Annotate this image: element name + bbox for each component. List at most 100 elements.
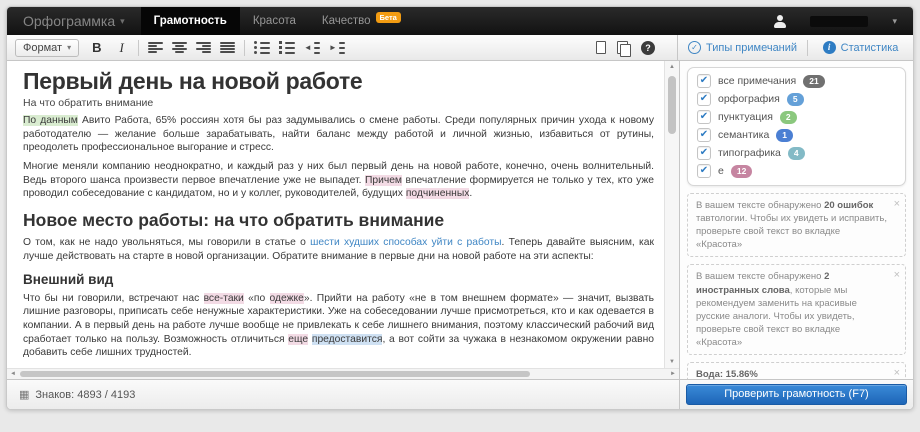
highlighted-text[interactable]: подчиненных <box>406 188 470 199</box>
note-card: × В вашем тексте обнаружено 2 иностранны… <box>687 264 906 355</box>
vertical-scrollbar[interactable]: ▲ ▼ <box>664 61 679 368</box>
toolbar-right-group: ? <box>596 41 677 55</box>
tab-gramotnost[interactable]: Грамотность <box>141 7 240 35</box>
scrollbar-thumb[interactable] <box>668 76 676 134</box>
chevron-down-icon[interactable]: ▾ <box>892 16 897 27</box>
filter-label: пунктуация <box>718 111 773 123</box>
note-types-button[interactable]: ✓ Типы примечаний <box>678 41 807 54</box>
brand-label: Орфограммка <box>23 13 115 29</box>
copy-icon[interactable] <box>617 41 630 55</box>
document-title: Первый день на новой работе <box>23 68 654 95</box>
filter-yo[interactable]: ✔ е 12 <box>697 164 896 178</box>
filter-semantika[interactable]: ✔ семантика 1 <box>697 128 896 142</box>
paragraph: О том, как не надо увольняться, мы говор… <box>23 236 654 263</box>
filter-label: семантика <box>718 129 769 141</box>
toolbar-separator <box>138 40 139 56</box>
checkbox[interactable]: ✔ <box>697 164 711 178</box>
main-area: Первый день на новой работе На что обрат… <box>7 61 913 409</box>
highlighted-text[interactable]: одежке <box>270 293 304 304</box>
align-justify-icon[interactable] <box>220 42 235 54</box>
navbar-user-area: ▾ <box>773 7 913 35</box>
note-text: В вашем тексте обнаружено 2 иностранных … <box>696 270 887 349</box>
filter-label: типографика <box>718 147 781 159</box>
sidebar-header: ✓ Типы примечаний i Статистика <box>677 35 913 60</box>
indent-icon[interactable]: ► <box>329 42 345 54</box>
count-badge: 21 <box>803 75 824 88</box>
count-badge: 1 <box>776 129 793 142</box>
outdent-icon[interactable]: ◄ <box>304 42 320 54</box>
filter-orfografia[interactable]: ✔ орфография 5 <box>697 92 896 106</box>
characters-grid-icon: ▦ <box>19 388 29 401</box>
toolbar-left-group: Формат ▾ B I ◄ <box>7 39 345 57</box>
note-types-label: Типы примечаний <box>706 42 797 54</box>
filter-tipografika[interactable]: ✔ типографика 4 <box>697 146 896 160</box>
info-circle-icon: i <box>823 41 836 54</box>
brand-menu[interactable]: Орфограммка ▾ <box>7 7 141 35</box>
tab-label: Грамотность <box>154 15 227 27</box>
beta-badge: Бета <box>376 12 401 23</box>
editor-toolbar: Формат ▾ B I ◄ <box>7 35 913 61</box>
format-dropdown[interactable]: Формат ▾ <box>15 39 79 57</box>
filter-label: е <box>718 165 724 177</box>
filter-all-notes[interactable]: ✔ все примечания 21 <box>697 74 896 88</box>
numbered-list-icon[interactable] <box>279 42 295 54</box>
count-badge: 2 <box>780 111 797 124</box>
format-label: Формат <box>23 42 62 54</box>
paragraph: Что бы ни говорили, встречают нас все-та… <box>23 292 654 360</box>
scroll-down-icon[interactable]: ▼ <box>665 359 679 365</box>
sidebar-footer: Проверить грамотность (F7) <box>680 379 913 409</box>
user-icon[interactable] <box>773 15 786 28</box>
tab-krasota[interactable]: Красота <box>240 7 309 35</box>
check-grammar-button[interactable]: Проверить грамотность (F7) <box>686 384 907 405</box>
new-document-icon[interactable] <box>596 41 606 54</box>
checkbox[interactable]: ✔ <box>697 146 711 160</box>
align-right-icon[interactable] <box>196 42 211 54</box>
close-icon[interactable]: × <box>894 197 900 212</box>
tab-label: Качество <box>322 15 371 27</box>
user-name-redacted <box>810 16 868 27</box>
tab-label: Красота <box>253 15 296 27</box>
check-circle-icon: ✓ <box>688 41 701 54</box>
align-left-icon[interactable] <box>148 42 163 54</box>
highlighted-text[interactable]: По данным <box>23 115 78 126</box>
scrollbar-thumb[interactable] <box>20 371 530 377</box>
horizontal-scrollbar[interactable]: ◄ ► <box>7 368 679 379</box>
app-window: Орфограммка ▾ Грамотность Красота Качест… <box>6 6 914 410</box>
highlighted-text[interactable]: все-таки <box>204 293 244 304</box>
count-badge: 5 <box>787 93 804 106</box>
chevron-down-icon: ▾ <box>120 16 125 27</box>
checkbox[interactable]: ✔ <box>697 110 711 124</box>
text-editor[interactable]: Первый день на новой работе На что обрат… <box>7 61 664 368</box>
statistics-button[interactable]: i Статистика <box>808 41 913 54</box>
align-center-icon[interactable] <box>172 42 187 54</box>
note-card: × В вашем тексте обнаружено 20 ошибок та… <box>687 193 906 257</box>
subsection-heading: Внешний вид <box>23 272 654 287</box>
highlighted-text[interactable]: еще <box>288 334 308 345</box>
highlighted-text[interactable]: предоставится <box>312 334 383 345</box>
close-icon[interactable]: × <box>894 268 900 283</box>
annotations-sidebar: ✔ все примечания 21 ✔ орфография 5 ✔ пун… <box>679 61 913 409</box>
checkbox[interactable]: ✔ <box>697 74 711 88</box>
chevron-down-icon: ▾ <box>67 43 71 52</box>
editor-column: Первый день на новой работе На что обрат… <box>7 61 679 409</box>
highlighted-text[interactable]: Причем <box>365 175 402 186</box>
scroll-left-icon[interactable]: ◄ <box>10 370 16 379</box>
filter-punktuacia[interactable]: ✔ пунктуация 2 <box>697 110 896 124</box>
count-badge: 12 <box>731 165 752 178</box>
scroll-up-icon[interactable]: ▲ <box>665 64 679 70</box>
checkbox[interactable]: ✔ <box>697 128 711 142</box>
section-heading: Новое место работы: на что обратить вним… <box>23 210 654 231</box>
help-icon[interactable]: ? <box>641 41 655 55</box>
bold-button[interactable]: B <box>88 40 105 55</box>
top-navbar: Орфограммка ▾ Грамотность Красота Качест… <box>7 7 913 35</box>
status-bar: ▦ Знаков: 4893 / 4193 <box>7 379 679 409</box>
toolbar-separator <box>244 40 245 56</box>
tab-kachestvo[interactable]: Качество Бета <box>309 7 414 35</box>
italic-button[interactable]: I <box>114 40 128 56</box>
bullet-list-icon[interactable] <box>254 42 270 54</box>
text-link[interactable]: шести худших способах уйти с работы <box>310 237 501 248</box>
character-count: Знаков: 4893 / 4193 <box>35 389 135 401</box>
scroll-right-icon[interactable]: ► <box>670 370 676 379</box>
checkbox[interactable]: ✔ <box>697 92 711 106</box>
paragraph: Многие меняли компанию неоднократно, и к… <box>23 160 654 201</box>
